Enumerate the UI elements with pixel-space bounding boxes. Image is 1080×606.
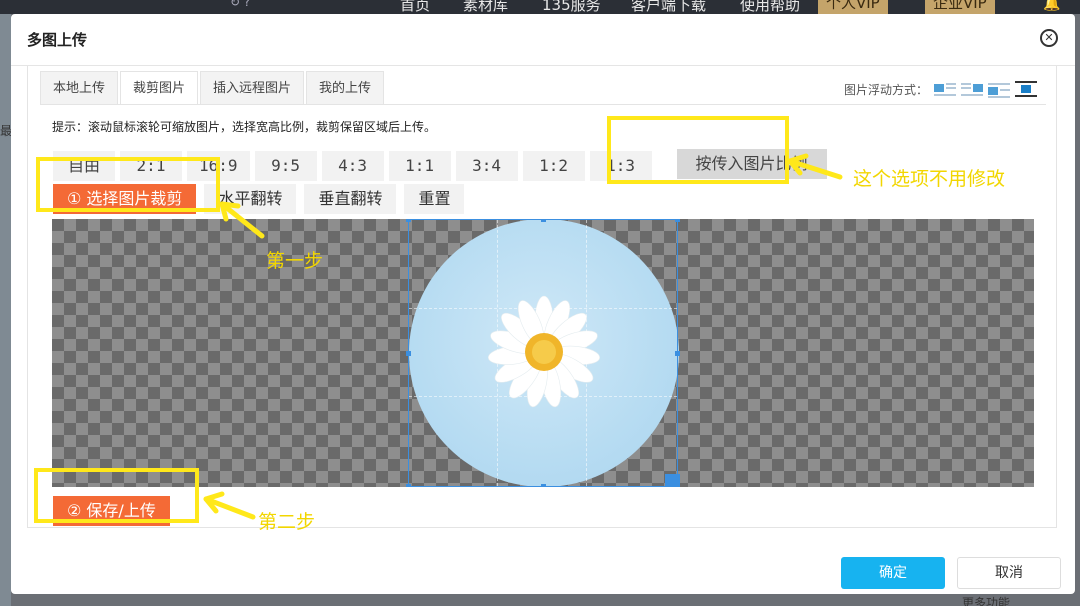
annotation-step1: 第一步 [266, 250, 324, 272]
annotation-note: 这个选项不用修改 [853, 168, 1006, 190]
annotation-arrows [203, 153, 843, 520]
annotation-step2: 第二步 [258, 511, 316, 533]
